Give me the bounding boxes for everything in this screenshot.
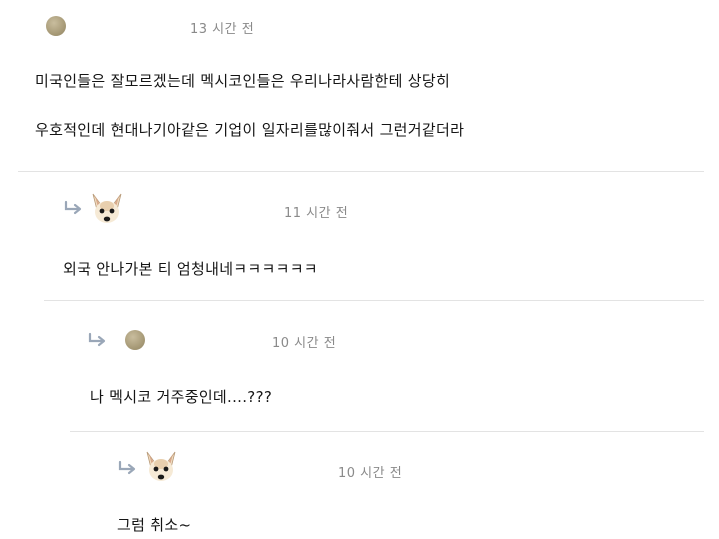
comment-text-line: 미국인들은 잘모르겠는데 멕시코인들은 우리나라사람한테 상당히 xyxy=(35,72,451,90)
comment-thread: 13 시간 전 미국인들은 잘모르겠는데 멕시코인들은 우리나라사람한테 상당히… xyxy=(0,0,719,539)
divider xyxy=(44,300,704,301)
avatar-chihuahua-icon[interactable] xyxy=(141,448,181,488)
comment-text-line: 우호적인데 현대나기아같은 기업이 일자리를많이줘서 그런거같더라 xyxy=(35,121,465,139)
comment-2-header: 11 시간 전 xyxy=(0,188,719,223)
comment-3-header: 10 시간 전 xyxy=(0,322,719,356)
comment-3: 10 시간 전 나 멕시코 거주중인데....??? xyxy=(0,322,719,432)
comment-4-header: 10 시간 전 xyxy=(0,448,719,482)
reply-arrow-icon xyxy=(118,460,136,475)
avatar[interactable] xyxy=(125,330,145,350)
comment-time: 11 시간 전 xyxy=(284,206,349,221)
divider xyxy=(18,171,704,172)
comment-1-header: 13 시간 전 xyxy=(0,10,719,44)
reply-arrow-icon xyxy=(88,332,106,347)
comment-time: 13 시간 전 xyxy=(190,22,255,37)
avatar-chihuahua-icon[interactable] xyxy=(87,190,127,230)
divider xyxy=(70,431,704,432)
comment-text-line: 그럼 취소~ xyxy=(117,516,192,534)
comment-2: 11 시간 전 외국 안나가본 티 엄청내네ㅋㅋㅋㅋㅋㅋ xyxy=(0,188,719,300)
comment-text-line: 외국 안나가본 티 엄청내네ㅋㅋㅋㅋㅋㅋ xyxy=(63,260,318,278)
avatar[interactable] xyxy=(46,16,66,36)
comment-4: 10 시간 전 그럼 취소~ xyxy=(0,448,719,539)
comment-time: 10 시간 전 xyxy=(272,336,337,351)
comment-text-line: 나 멕시코 거주중인데....??? xyxy=(90,388,273,406)
reply-arrow-icon xyxy=(64,200,82,215)
comment-1: 13 시간 전 미국인들은 잘모르겠는데 멕시코인들은 우리나라사람한테 상당히… xyxy=(0,0,719,172)
comment-time: 10 시간 전 xyxy=(338,466,403,481)
